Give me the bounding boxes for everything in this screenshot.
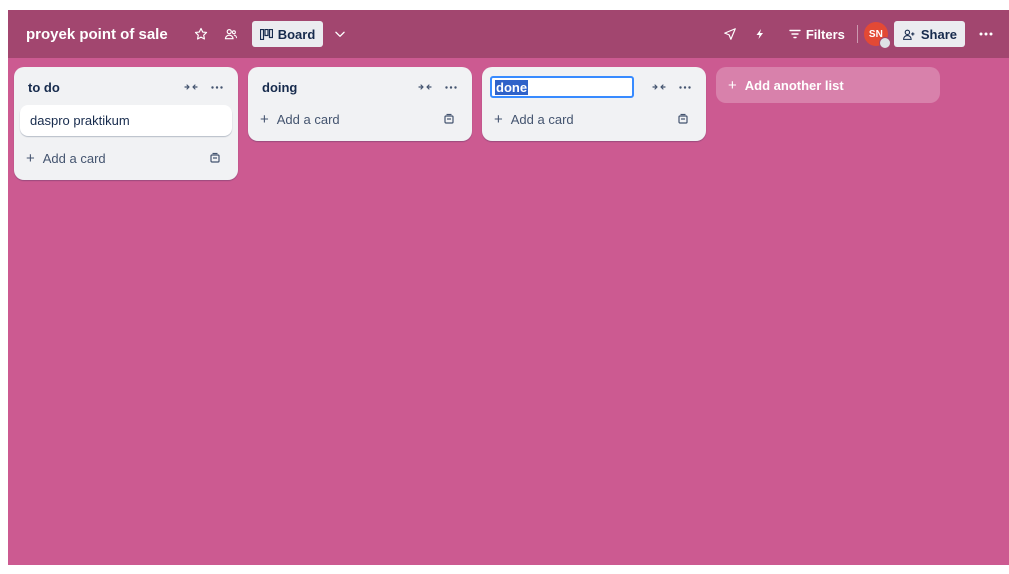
filter-icon	[789, 29, 801, 39]
header-divider	[856, 25, 858, 43]
list-title[interactable]: doing	[262, 80, 410, 95]
board-view-label: Board	[277, 26, 316, 42]
board: proyek point of sale Board Filters SN Sh…	[8, 10, 1009, 565]
plus-icon: +	[26, 149, 35, 167]
lightning-icon[interactable]	[747, 21, 773, 47]
filters-button[interactable]: Filters	[783, 21, 851, 47]
add-member-icon	[902, 29, 915, 40]
board-title[interactable]: proyek point of sale	[26, 26, 168, 43]
team-visibility-icon[interactable]	[218, 21, 244, 47]
board-view-icon	[259, 28, 273, 40]
list-title[interactable]: to do	[28, 80, 176, 95]
collapse-icon[interactable]	[180, 76, 202, 98]
create-from-template-icon[interactable]	[438, 108, 460, 130]
add-another-list-button[interactable]: + Add another list	[716, 67, 940, 103]
list-done: done + Add a card	[482, 67, 706, 141]
add-card-button[interactable]: + Add a card	[254, 105, 466, 133]
lists-container: to do daspro praktikum + Add a card doin…	[14, 67, 940, 180]
add-card-label: Add a card	[42, 150, 106, 166]
list-menu-icon[interactable]	[674, 76, 696, 98]
create-from-template-icon[interactable]	[204, 147, 226, 169]
list-menu-icon[interactable]	[206, 76, 228, 98]
avatar[interactable]: SN	[863, 22, 891, 49]
board-view-button[interactable]: Board	[251, 21, 324, 47]
add-card-button[interactable]: + Add a card	[20, 144, 232, 172]
list-doing: doing + Add a card	[248, 67, 472, 141]
admin-badge-icon	[878, 37, 891, 49]
list-header: doing	[254, 73, 466, 101]
list-header: to do	[20, 73, 232, 101]
list-title-selected-text: done	[495, 79, 529, 95]
collapse-icon[interactable]	[414, 76, 436, 98]
add-card-button[interactable]: + Add a card	[488, 105, 700, 133]
list-to-do: to do daspro praktikum + Add a card	[14, 67, 238, 180]
board-header: proyek point of sale Board Filters SN Sh…	[8, 10, 1009, 58]
add-card-label: Add a card	[276, 111, 340, 127]
more-icon[interactable]	[973, 21, 999, 47]
filters-label: Filters	[805, 26, 845, 42]
add-card-label: Add a card	[510, 111, 574, 127]
plus-icon: +	[728, 76, 737, 94]
chevron-down-icon[interactable]	[327, 21, 353, 47]
create-from-template-icon[interactable]	[672, 108, 694, 130]
collapse-icon[interactable]	[648, 76, 670, 98]
send-icon[interactable]	[717, 21, 743, 47]
plus-icon: +	[260, 110, 269, 128]
plus-icon: +	[494, 110, 503, 128]
star-icon[interactable]	[188, 21, 214, 47]
card[interactable]: daspro praktikum	[20, 105, 232, 136]
list-header: done	[488, 73, 700, 101]
share-button[interactable]: Share	[893, 21, 965, 47]
list-title-input[interactable]: done	[490, 76, 634, 98]
list-menu-icon[interactable]	[440, 76, 462, 98]
share-label: Share	[920, 26, 957, 42]
add-list-label: Add another list	[744, 77, 844, 93]
